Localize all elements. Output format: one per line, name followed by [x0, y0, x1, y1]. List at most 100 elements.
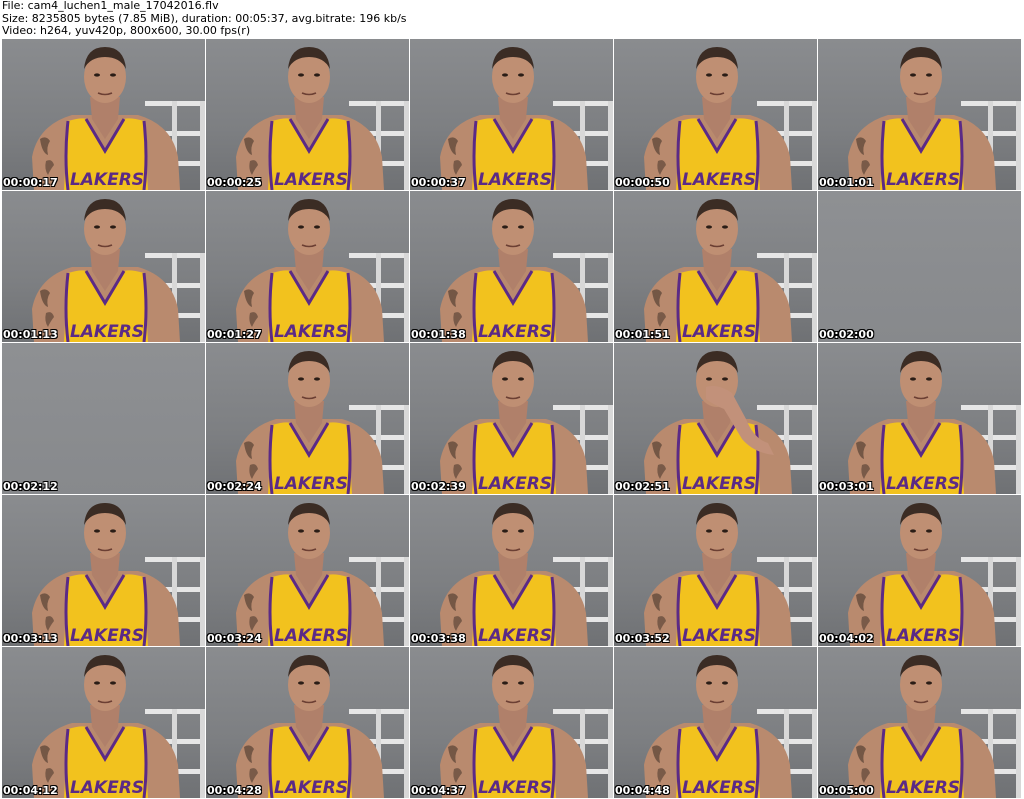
jersey-text: LAKERS: [682, 322, 756, 342]
person-figure: LAKERS: [848, 503, 996, 646]
video-thumbnail-18[interactable]: LAKERS 00:03:38: [410, 495, 613, 646]
person-figure: LAKERS: [32, 199, 180, 342]
thumbnail-timestamp: 00:02:24: [207, 480, 262, 493]
person-figure: LAKERS: [32, 503, 180, 646]
video-thumbnail-8[interactable]: LAKERS 00:01:38: [410, 191, 613, 342]
person-figure: LAKERS: [440, 655, 588, 798]
thumbnail-timestamp: 00:01:01: [819, 176, 874, 189]
person-figure: LAKERS: [236, 47, 384, 190]
video-thumbnail-7[interactable]: LAKERS 00:01:27: [206, 191, 409, 342]
jersey-text: LAKERS: [682, 170, 756, 190]
thumbnail-timestamp: 00:01:27: [207, 328, 262, 341]
jersey-text: LAKERS: [70, 170, 144, 190]
thumbnail-timestamp: 00:03:52: [615, 632, 670, 645]
video-thumbnail-5[interactable]: LAKERS 00:01:01: [818, 39, 1021, 190]
person-figure: LAKERS: [848, 47, 996, 190]
person-figure: LAKERS: [440, 47, 588, 190]
video-thumbnail-25[interactable]: LAKERS 00:05:00: [818, 647, 1021, 798]
person-figure: LAKERS: [440, 199, 588, 342]
thumbnail-timestamp: 00:01:13: [3, 328, 58, 341]
jersey-text: LAKERS: [70, 322, 144, 342]
video-thumbnail-10[interactable]: LAKERS 00:02:00: [818, 191, 1021, 342]
thumbnail-timestamp: 00:02:00: [819, 328, 874, 341]
jersey-text: LAKERS: [886, 626, 960, 646]
video-thumbnail-17[interactable]: LAKERS 00:03:24: [206, 495, 409, 646]
video-thumbnail-20[interactable]: LAKERS 00:04:02: [818, 495, 1021, 646]
jersey-text: LAKERS: [478, 322, 552, 342]
thumbnail-timestamp: 00:00:17: [3, 176, 58, 189]
person-figure: LAKERS: [848, 351, 996, 494]
jersey-text: LAKERS: [886, 778, 960, 798]
person-figure: LAKERS: [236, 655, 384, 798]
jersey-text: LAKERS: [274, 170, 348, 190]
jersey-text: LAKERS: [682, 626, 756, 646]
jersey-text: LAKERS: [886, 474, 960, 494]
thumbnail-timestamp: 00:04:28: [207, 784, 262, 797]
thumbnail-timestamp: 00:00:37: [411, 176, 466, 189]
video-thumbnail-13[interactable]: LAKERS 00:02:39: [410, 343, 613, 494]
jersey-text: LAKERS: [478, 626, 552, 646]
person-figure: LAKERS: [644, 655, 792, 798]
thumbnail-timestamp: 00:04:37: [411, 784, 466, 797]
thumbnail-timestamp: 00:03:01: [819, 480, 874, 493]
thumbnail-timestamp: 00:04:48: [615, 784, 670, 797]
thumbnail-timestamp: 00:02:39: [411, 480, 466, 493]
video-thumbnail-23[interactable]: LAKERS 00:04:37: [410, 647, 613, 798]
jersey-text: LAKERS: [478, 474, 552, 494]
file-name-line: File: cam4_luchen1_male_17042016.flv: [2, 0, 219, 12]
video-thumbnail-2[interactable]: LAKERS 00:00:25: [206, 39, 409, 190]
jersey-text: LAKERS: [478, 170, 552, 190]
thumbnail-grid: LAKERS 00:00:17 LAKERS 00:00:25 LAKERS 0…: [2, 39, 1021, 798]
thumbnail-timestamp: 00:02:12: [3, 480, 58, 493]
person-figure: LAKERS: [644, 199, 792, 342]
person-figure: LAKERS: [440, 351, 588, 494]
jersey-text: LAKERS: [70, 626, 144, 646]
person-figure: LAKERS: [644, 503, 792, 646]
video-thumbnail-4[interactable]: LAKERS 00:00:50: [614, 39, 817, 190]
person-figure: LAKERS: [236, 199, 384, 342]
thumbnail-timestamp: 00:03:38: [411, 632, 466, 645]
person-figure: LAKERS: [236, 351, 384, 494]
person-figure: LAKERS: [32, 47, 180, 190]
person-figure: LAKERS: [848, 655, 996, 798]
thumbnail-timestamp: 00:01:51: [615, 328, 670, 341]
video-thumbnail-6[interactable]: LAKERS 00:01:13: [2, 191, 205, 342]
video-thumbnail-21[interactable]: LAKERS 00:04:12: [2, 647, 205, 798]
video-thumbnail-16[interactable]: LAKERS 00:03:13: [2, 495, 205, 646]
thumbnail-timestamp: 00:01:38: [411, 328, 466, 341]
thumbnail-timestamp: 00:04:02: [819, 632, 874, 645]
jersey-text: LAKERS: [70, 778, 144, 798]
video-thumbnail-11[interactable]: LAKERS 00:02:12: [2, 343, 205, 494]
video-thumbnail-22[interactable]: LAKERS 00:04:28: [206, 647, 409, 798]
thumbnail-timestamp: 00:05:00: [819, 784, 874, 797]
person-figure: LAKERS: [644, 351, 792, 494]
video-format-line: Video: h264, yuv420p, 800x600, 30.00 fps…: [2, 24, 251, 37]
jersey-text: LAKERS: [274, 626, 348, 646]
video-thumbnail-9[interactable]: LAKERS 00:01:51: [614, 191, 817, 342]
video-thumbnail-1[interactable]: LAKERS 00:00:17: [2, 39, 205, 190]
jersey-text: LAKERS: [274, 322, 348, 342]
wall-background: [2, 343, 205, 494]
jersey-text: LAKERS: [274, 474, 348, 494]
thumbnail-timestamp: 00:03:24: [207, 632, 262, 645]
person-figure: LAKERS: [32, 655, 180, 798]
thumbnail-timestamp: 00:00:25: [207, 176, 262, 189]
video-info-header: File: cam4_luchen1_male_17042016.flv Siz…: [2, 0, 1022, 38]
video-thumbnail-3[interactable]: LAKERS 00:00:37: [410, 39, 613, 190]
person-figure: LAKERS: [440, 503, 588, 646]
jersey-text: LAKERS: [886, 170, 960, 190]
person-figure: LAKERS: [236, 503, 384, 646]
jersey-text: LAKERS: [274, 778, 348, 798]
person-figure: LAKERS: [644, 47, 792, 190]
jersey-text: LAKERS: [682, 778, 756, 798]
thumbnail-timestamp: 00:02:51: [615, 480, 670, 493]
thumbnail-timestamp: 00:00:50: [615, 176, 670, 189]
video-thumbnail-19[interactable]: LAKERS 00:03:52: [614, 495, 817, 646]
video-thumbnail-12[interactable]: LAKERS 00:02:24: [206, 343, 409, 494]
jersey-text: LAKERS: [682, 474, 756, 494]
thumbnail-timestamp: 00:03:13: [3, 632, 58, 645]
video-thumbnail-15[interactable]: LAKERS 00:03:01: [818, 343, 1021, 494]
video-thumbnail-24[interactable]: LAKERS 00:04:48: [614, 647, 817, 798]
video-thumbnail-14[interactable]: LAKERS 00:02:51: [614, 343, 817, 494]
jersey-text: LAKERS: [478, 778, 552, 798]
